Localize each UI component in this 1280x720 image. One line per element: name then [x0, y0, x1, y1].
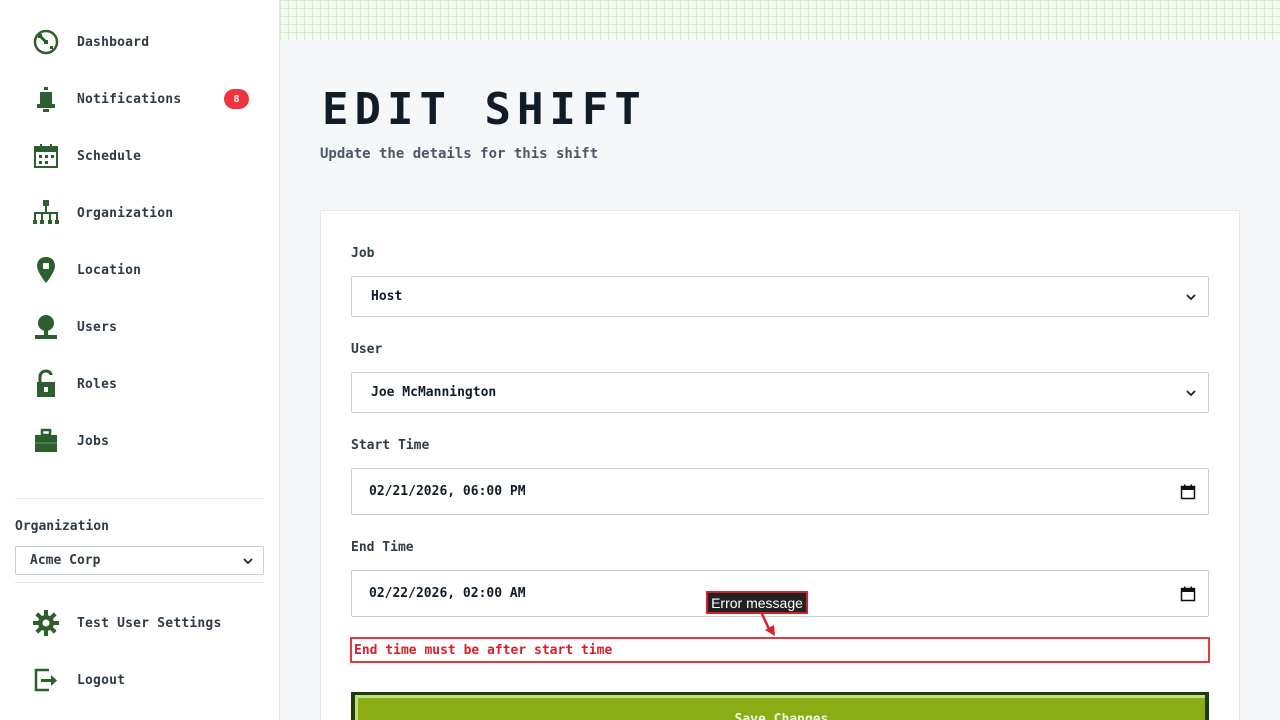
sidebar-item-label: Schedule	[77, 148, 142, 164]
dashboard-icon	[30, 26, 62, 58]
user-select-value: Joe McMannington	[371, 385, 497, 400]
sidebar-item-jobs[interactable]: Jobs	[30, 423, 260, 459]
sidebar-item-users[interactable]: Users	[30, 309, 260, 345]
bell-icon	[30, 83, 62, 115]
organization-label: Organization	[15, 519, 109, 534]
settings-button[interactable]: Test User Settings	[30, 605, 260, 641]
sidebar-item-label: Dashboard	[77, 34, 150, 50]
sidebar-item-label: Jobs	[77, 433, 110, 449]
start-time-label: Start Time	[351, 438, 430, 453]
page-title: EDIT SHIFT	[322, 84, 647, 135]
annotation-label: Error message	[706, 591, 808, 614]
sidebar-divider	[15, 498, 264, 499]
calendar-picker-icon[interactable]	[1180, 484, 1196, 500]
error-message: End time must be after start time	[350, 637, 1210, 663]
decorative-grid-header	[280, 0, 1280, 40]
sidebar-item-dashboard[interactable]: Dashboard	[30, 24, 260, 60]
page-subtitle: Update the details for this shift	[320, 146, 599, 162]
sidebar-item-label: Roles	[77, 376, 118, 392]
gear-icon	[30, 607, 62, 639]
sidebar: Dashboard Notifications 8 Schedule Organ…	[0, 0, 280, 720]
logout-button[interactable]: Logout	[30, 662, 260, 698]
sidebar-item-location[interactable]: Location	[30, 252, 260, 288]
annotation-arrow-icon	[760, 613, 775, 636]
sidebar-item-organization[interactable]: Organization	[30, 195, 260, 231]
sidebar-item-label: Organization	[77, 205, 174, 221]
logout-label: Logout	[77, 672, 126, 688]
sidebar-item-label: Users	[77, 319, 118, 335]
calendar-picker-icon[interactable]	[1180, 586, 1196, 602]
sidebar-item-more[interactable]	[30, 480, 260, 492]
sidebar-item-schedule[interactable]: Schedule	[30, 138, 260, 174]
user-label: User	[351, 342, 383, 357]
sidebar-item-label: Location	[77, 262, 142, 278]
end-time-value: 02/22/2026, 02:00 AM	[369, 586, 526, 601]
unlock-icon	[30, 368, 62, 400]
end-time-label: End Time	[351, 540, 414, 555]
location-pin-icon	[30, 254, 62, 286]
notification-count-badge: 8	[224, 89, 249, 109]
organization-select[interactable]: Acme Corp	[15, 546, 264, 575]
sidebar-item-roles[interactable]: Roles	[30, 366, 260, 402]
org-chart-icon	[30, 197, 62, 229]
start-time-value: 02/21/2026, 06:00 PM	[369, 484, 526, 499]
sidebar-item-label: Notifications	[77, 91, 182, 107]
save-changes-button[interactable]: Save Changes	[351, 692, 1209, 720]
logout-icon	[30, 664, 62, 696]
job-select[interactable]: Host	[351, 276, 1209, 317]
partial-nav-icon	[30, 482, 62, 492]
organization-select-value: Acme Corp	[30, 553, 101, 568]
chevron-down-icon	[243, 557, 253, 564]
job-select-value: Host	[371, 289, 403, 304]
sidebar-item-notifications[interactable]: Notifications 8	[30, 81, 260, 117]
settings-label: Test User Settings	[77, 615, 222, 631]
start-time-input[interactable]: 02/21/2026, 06:00 PM	[351, 468, 1209, 515]
chevron-down-icon	[1186, 293, 1196, 300]
sidebar-divider	[15, 582, 264, 583]
sidebar-nav: Dashboard Notifications 8 Schedule Organ…	[0, 0, 279, 492]
job-label: Job	[351, 246, 375, 261]
chevron-down-icon	[1186, 389, 1196, 396]
save-changes-label: Save Changes	[355, 695, 1205, 720]
user-icon	[30, 311, 62, 343]
briefcase-icon	[30, 425, 62, 457]
calendar-icon	[30, 140, 62, 172]
user-select[interactable]: Joe McMannington	[351, 372, 1209, 413]
